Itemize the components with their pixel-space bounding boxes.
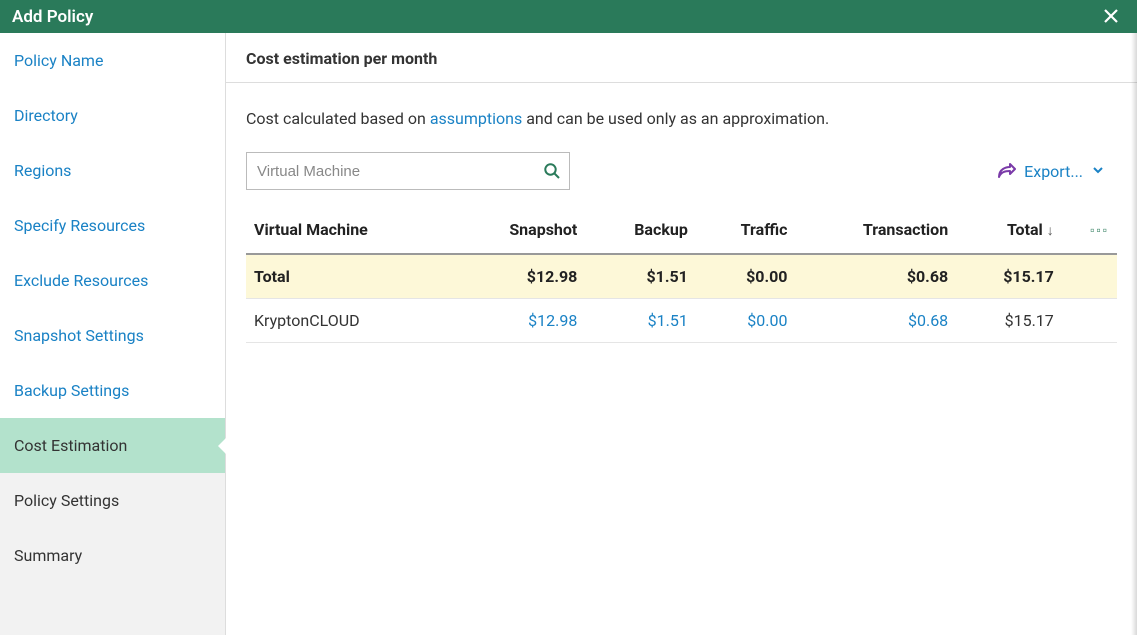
total-snapshot: $12.98	[452, 254, 585, 299]
sidebar-item-exclude-resources[interactable]: Exclude Resources	[0, 253, 225, 308]
total-total: $15.17	[956, 254, 1062, 299]
col-snapshot[interactable]: Snapshot	[452, 208, 585, 254]
total-transaction: $0.68	[795, 254, 956, 299]
sidebar-item-backup-settings[interactable]: Backup Settings	[0, 363, 225, 418]
total-traffic: $0.00	[696, 254, 796, 299]
search-icon[interactable]	[543, 162, 561, 180]
row-traffic[interactable]: $0.00	[696, 299, 796, 343]
sidebar-item-label: Backup Settings	[14, 381, 129, 400]
row-transaction[interactable]: $0.68	[795, 299, 956, 343]
sidebar-item-label: Specify Resources	[14, 216, 145, 235]
sidebar-item-label: Exclude Resources	[14, 271, 148, 290]
cost-table: Virtual Machine Snapshot Backup Traffic …	[246, 208, 1117, 343]
close-icon[interactable]	[1097, 7, 1125, 27]
search-input[interactable]	[257, 163, 543, 180]
dialog-title: Add Policy	[12, 7, 93, 27]
chevron-down-icon	[1091, 162, 1105, 181]
cost-description: Cost calculated based on assumptions and…	[226, 83, 1137, 138]
col-total[interactable]: Total↓	[956, 208, 1062, 254]
column-options-icon[interactable]: ▫▫▫	[1062, 208, 1117, 254]
row-vm-name: KryptonCLOUD	[246, 299, 452, 343]
toolbar: Export...	[226, 138, 1137, 200]
sidebar-item-directory[interactable]: Directory	[0, 88, 225, 143]
table-row[interactable]: KryptonCLOUD $12.98 $1.51 $0.00 $0.68 $1…	[246, 299, 1117, 343]
row-total: $15.17	[956, 299, 1062, 343]
sidebar-item-policy-name[interactable]: Policy Name	[0, 33, 225, 88]
total-label: Total	[246, 254, 452, 299]
col-backup[interactable]: Backup	[585, 208, 696, 254]
page-title: Cost estimation per month	[226, 33, 1137, 83]
sidebar-item-cost-estimation[interactable]: Cost Estimation	[0, 418, 225, 473]
dialog-header: Add Policy	[0, 0, 1137, 33]
row-snapshot[interactable]: $12.98	[452, 299, 585, 343]
sidebar-item-policy-settings[interactable]: Policy Settings	[0, 473, 225, 528]
row-backup[interactable]: $1.51	[585, 299, 696, 343]
sidebar-item-label: Policy Name	[14, 51, 103, 70]
sidebar-item-label: Snapshot Settings	[14, 326, 144, 345]
sidebar-item-regions[interactable]: Regions	[0, 143, 225, 198]
col-vm[interactable]: Virtual Machine	[246, 208, 452, 254]
sidebar-item-snapshot-settings[interactable]: Snapshot Settings	[0, 308, 225, 363]
sidebar-item-label: Summary	[14, 546, 82, 565]
assumptions-link[interactable]: assumptions	[430, 109, 522, 128]
table-header-row: Virtual Machine Snapshot Backup Traffic …	[246, 208, 1117, 254]
sort-desc-icon: ↓	[1047, 222, 1054, 239]
export-label: Export...	[1024, 162, 1083, 181]
sidebar-item-label: Cost Estimation	[14, 436, 127, 455]
search-box[interactable]	[246, 152, 570, 190]
col-traffic[interactable]: Traffic	[696, 208, 796, 254]
sidebar-item-specify-resources[interactable]: Specify Resources	[0, 198, 225, 253]
wizard-sidebar: Policy Name Directory Regions Specify Re…	[0, 33, 226, 635]
desc-text-post: and can be used only as an approximation…	[522, 109, 829, 128]
sidebar-item-label: Directory	[14, 106, 78, 125]
table-total-row: Total $12.98 $1.51 $0.00 $0.68 $15.17	[246, 254, 1117, 299]
total-backup: $1.51	[585, 254, 696, 299]
sidebar-item-label: Policy Settings	[14, 491, 119, 510]
desc-text-pre: Cost calculated based on	[246, 109, 430, 128]
export-arrow-icon	[996, 162, 1016, 180]
export-button[interactable]: Export...	[996, 162, 1117, 181]
col-transaction[interactable]: Transaction	[795, 208, 956, 254]
sidebar-item-label: Regions	[14, 161, 71, 180]
main-panel: Cost estimation per month Cost calculate…	[226, 33, 1137, 635]
sidebar-item-summary[interactable]: Summary	[0, 528, 225, 583]
